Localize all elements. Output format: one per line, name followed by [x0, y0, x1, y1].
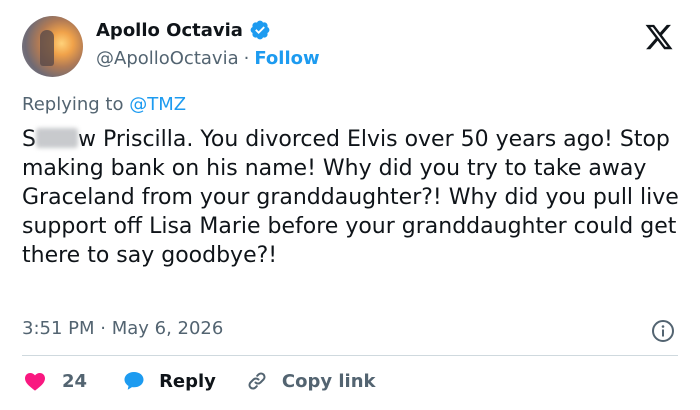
replying-mention[interactable]: @TMZ	[129, 94, 186, 115]
follow-button[interactable]: Follow	[254, 48, 319, 69]
reply-button[interactable]: Reply	[121, 369, 216, 393]
avatar-figure	[40, 30, 54, 66]
tweet-text: Sw Priscilla. You divorced Elvis over 50…	[22, 125, 682, 270]
replying-prefix: Replying to	[22, 94, 124, 115]
replying-to: Replying to @TMZ	[22, 94, 186, 115]
reply-label: Reply	[159, 370, 216, 392]
avatar[interactable]	[22, 16, 83, 77]
link-icon	[248, 372, 266, 390]
censor-blur	[35, 128, 78, 148]
speech-bubble-icon	[124, 372, 144, 390]
action-bar: 24 Reply Copy link	[22, 369, 376, 393]
like-count: 24	[62, 370, 88, 392]
handle[interactable]: @ApolloOctavia	[96, 48, 239, 69]
copy-link-button[interactable]: Copy link	[244, 369, 376, 393]
verified-badge-icon	[250, 20, 270, 40]
x-logo-icon[interactable]	[643, 22, 675, 52]
divider	[22, 355, 678, 356]
display-name[interactable]: Apollo Octavia	[96, 20, 243, 41]
handle-row: @ApolloOctavia · Follow	[96, 48, 320, 69]
copy-link-label: Copy link	[281, 370, 376, 392]
like-button[interactable]: 24	[22, 369, 87, 393]
timestamp[interactable]: 3:51 PM · May 6, 2026	[22, 318, 223, 339]
separator-dot: ·	[243, 48, 250, 69]
tweet-text-start: S	[22, 127, 36, 152]
info-icon[interactable]	[651, 319, 675, 343]
heart-icon	[25, 373, 45, 391]
tweet-text-rest: w Priscilla. You divorced Elvis over 50 …	[22, 127, 679, 268]
name-row: Apollo Octavia	[96, 19, 271, 41]
